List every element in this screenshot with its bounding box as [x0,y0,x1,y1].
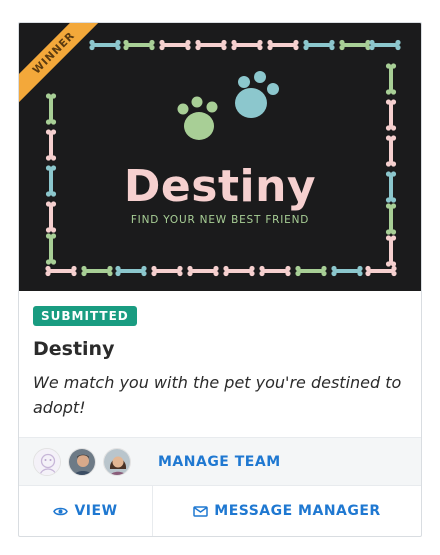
eye-icon [53,507,69,515]
project-card: Destiny FIND YOUR NEW BEST FRIEND WINNER… [18,22,422,537]
team-row: MANAGE TEAM [19,437,421,485]
avatar[interactable] [33,447,61,476]
logo-title: Destiny [123,161,317,212]
view-button[interactable]: VIEW [19,486,153,536]
view-button-label: VIEW [74,503,118,519]
avatar[interactable] [103,447,131,476]
project-title[interactable]: Destiny [33,338,407,360]
paw-icon [177,96,218,140]
envelope-icon [193,505,209,517]
card-actions: VIEW MESSAGE MANAGER [19,485,421,536]
project-thumbnail[interactable]: Destiny FIND YOUR NEW BEST FRIEND WINNER [19,23,421,291]
project-description: We match you with the pet you're destine… [33,373,402,417]
message-manager-button[interactable]: MESSAGE MANAGER [153,486,421,536]
paw-icon [235,71,279,118]
logo-tagline: FIND YOUR NEW BEST FRIEND [130,214,310,226]
winner-ribbon-label: WINNER [19,23,108,107]
manage-team-link[interactable]: MANAGE TEAM [158,454,281,470]
winner-ribbon: WINNER [19,23,109,113]
card-body: SUBMITTED Destiny We match you with the … [19,291,421,437]
status-badge: SUBMITTED [33,306,137,326]
message-manager-label: MESSAGE MANAGER [214,503,381,519]
avatar[interactable] [68,447,96,476]
